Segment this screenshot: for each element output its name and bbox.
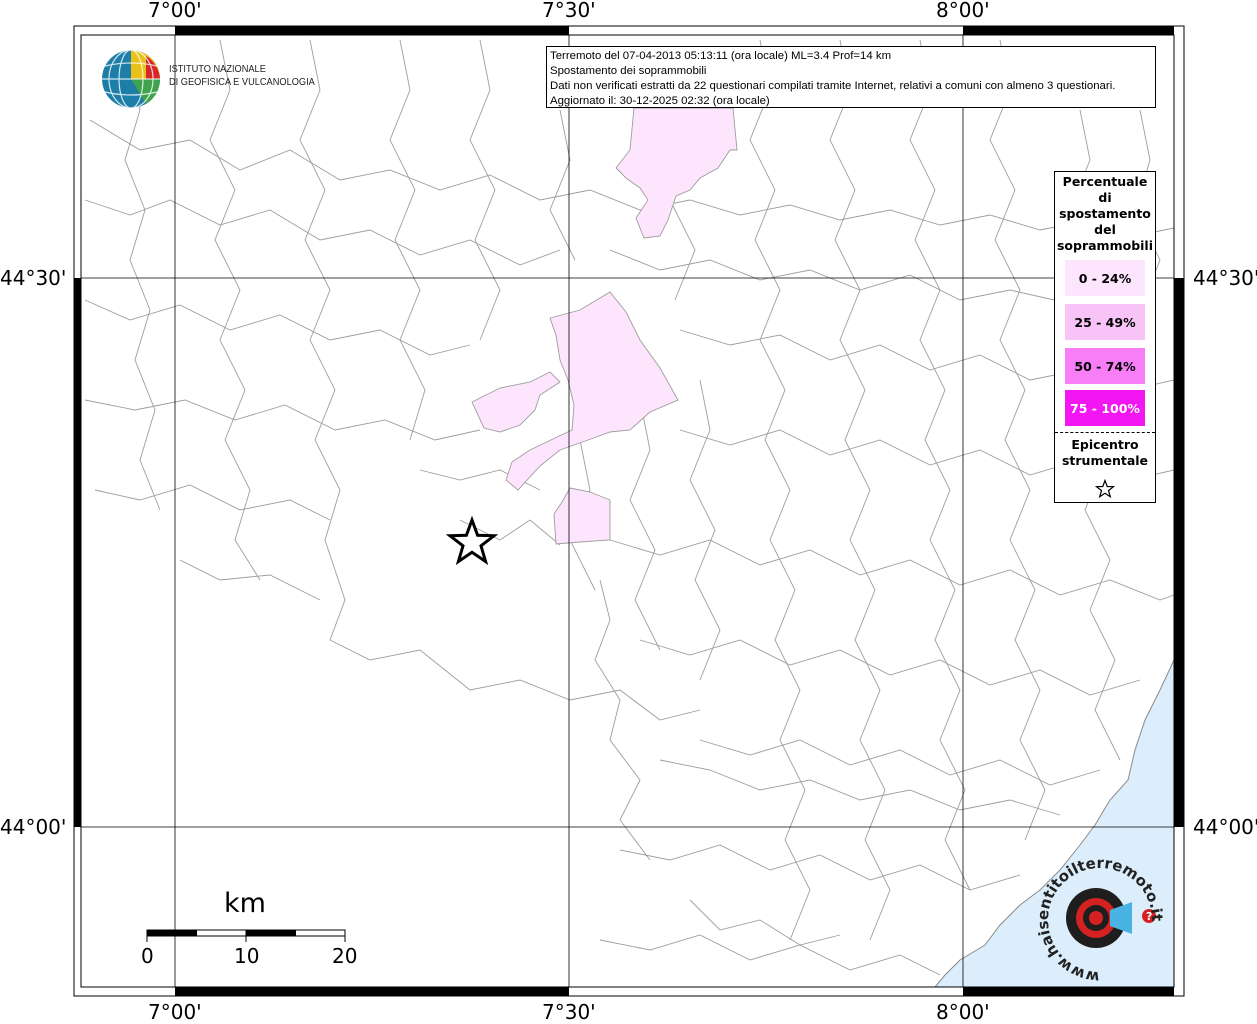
legend-epicenter-line: strumentale [1061, 453, 1149, 468]
event-description: Terremoto del 07-04-2013 05:13:11 (ora l… [550, 50, 892, 62]
legend-class-0-24: 0 - 24% [1065, 260, 1145, 296]
legend-class-label: 25 - 49% [1074, 314, 1136, 330]
scale-bar: km 0 10 20 [140, 888, 380, 978]
scale-tick-10: 10 [234, 944, 260, 968]
legend-title: Percentuale di spostamento del soprammob… [1055, 174, 1155, 254]
legend-class-label: 0 - 24% [1078, 270, 1132, 286]
event-info-box: Terremoto del 07-04-2013 05:13:11 (ora l… [546, 46, 1156, 108]
lat-label-right-2: 44°00' [1193, 815, 1257, 839]
scale-unit: km [224, 888, 266, 919]
lon-label-top-1: 7°00' [148, 0, 202, 22]
legend-title-line: spostamento [1059, 206, 1151, 221]
ingv-logo: ISTITUTO NAZIONALE DI GEOFISICA E VULCAN… [100, 48, 320, 110]
scale-tick-20: 20 [332, 944, 358, 968]
data-note: Dati non verificati estratti da 22 quest… [550, 80, 1116, 92]
legend-epicenter-title: Epicentro strumentale [1055, 437, 1155, 469]
globe-icon [102, 49, 161, 109]
scale-tick-0: 0 [141, 944, 154, 968]
lon-label-top-2: 7°30' [542, 0, 596, 22]
lat-label-left-2: 44°00' [0, 815, 67, 839]
legend-title-line: del [1094, 222, 1116, 237]
institute-name: ISTITUTO NAZIONALE DI GEOFISICA E VULCAN… [169, 63, 315, 89]
legend-epicenter-line: Epicentro [1071, 437, 1139, 452]
institute-line-2: DI GEOFISICA E VULCANOLOGIA [169, 76, 315, 88]
haisentito-logo: ? www.haisentitoilterremoto.it ? [1034, 854, 1166, 986]
lon-label-bottom-1: 7°00' [148, 1000, 202, 1024]
legend-divider [1055, 432, 1155, 433]
legend-class-75-100: 75 - 100% [1065, 390, 1145, 426]
lon-label-bottom-2: 7°30' [542, 1000, 596, 1024]
institute-line-1: ISTITUTO NAZIONALE [169, 63, 266, 75]
legend: Percentuale di spostamento del soprammob… [1054, 171, 1156, 503]
legend-star-icon [1094, 478, 1116, 499]
map-subject: Spostamento dei soprammobili [550, 65, 707, 77]
legend-title-line: Percentuale [1062, 174, 1148, 189]
lat-label-left-1: 44°30' [0, 266, 67, 290]
legend-class-label: 75 - 100% [1070, 400, 1140, 416]
legend-class-label: 50 - 74% [1074, 358, 1136, 374]
legend-title-line: soprammobili [1056, 238, 1153, 253]
legend-class-25-49: 25 - 49% [1065, 304, 1145, 340]
update-time: Aggiornato il: 30-12-2025 02:32 (ora loc… [550, 95, 770, 107]
lon-label-bottom-3: 8°00' [936, 1000, 990, 1024]
legend-class-50-74: 50 - 74% [1065, 348, 1145, 384]
lon-label-top-3: 8°00' [936, 0, 990, 22]
lat-label-right-1: 44°30' [1193, 266, 1257, 290]
legend-title-line: di [1098, 190, 1112, 205]
